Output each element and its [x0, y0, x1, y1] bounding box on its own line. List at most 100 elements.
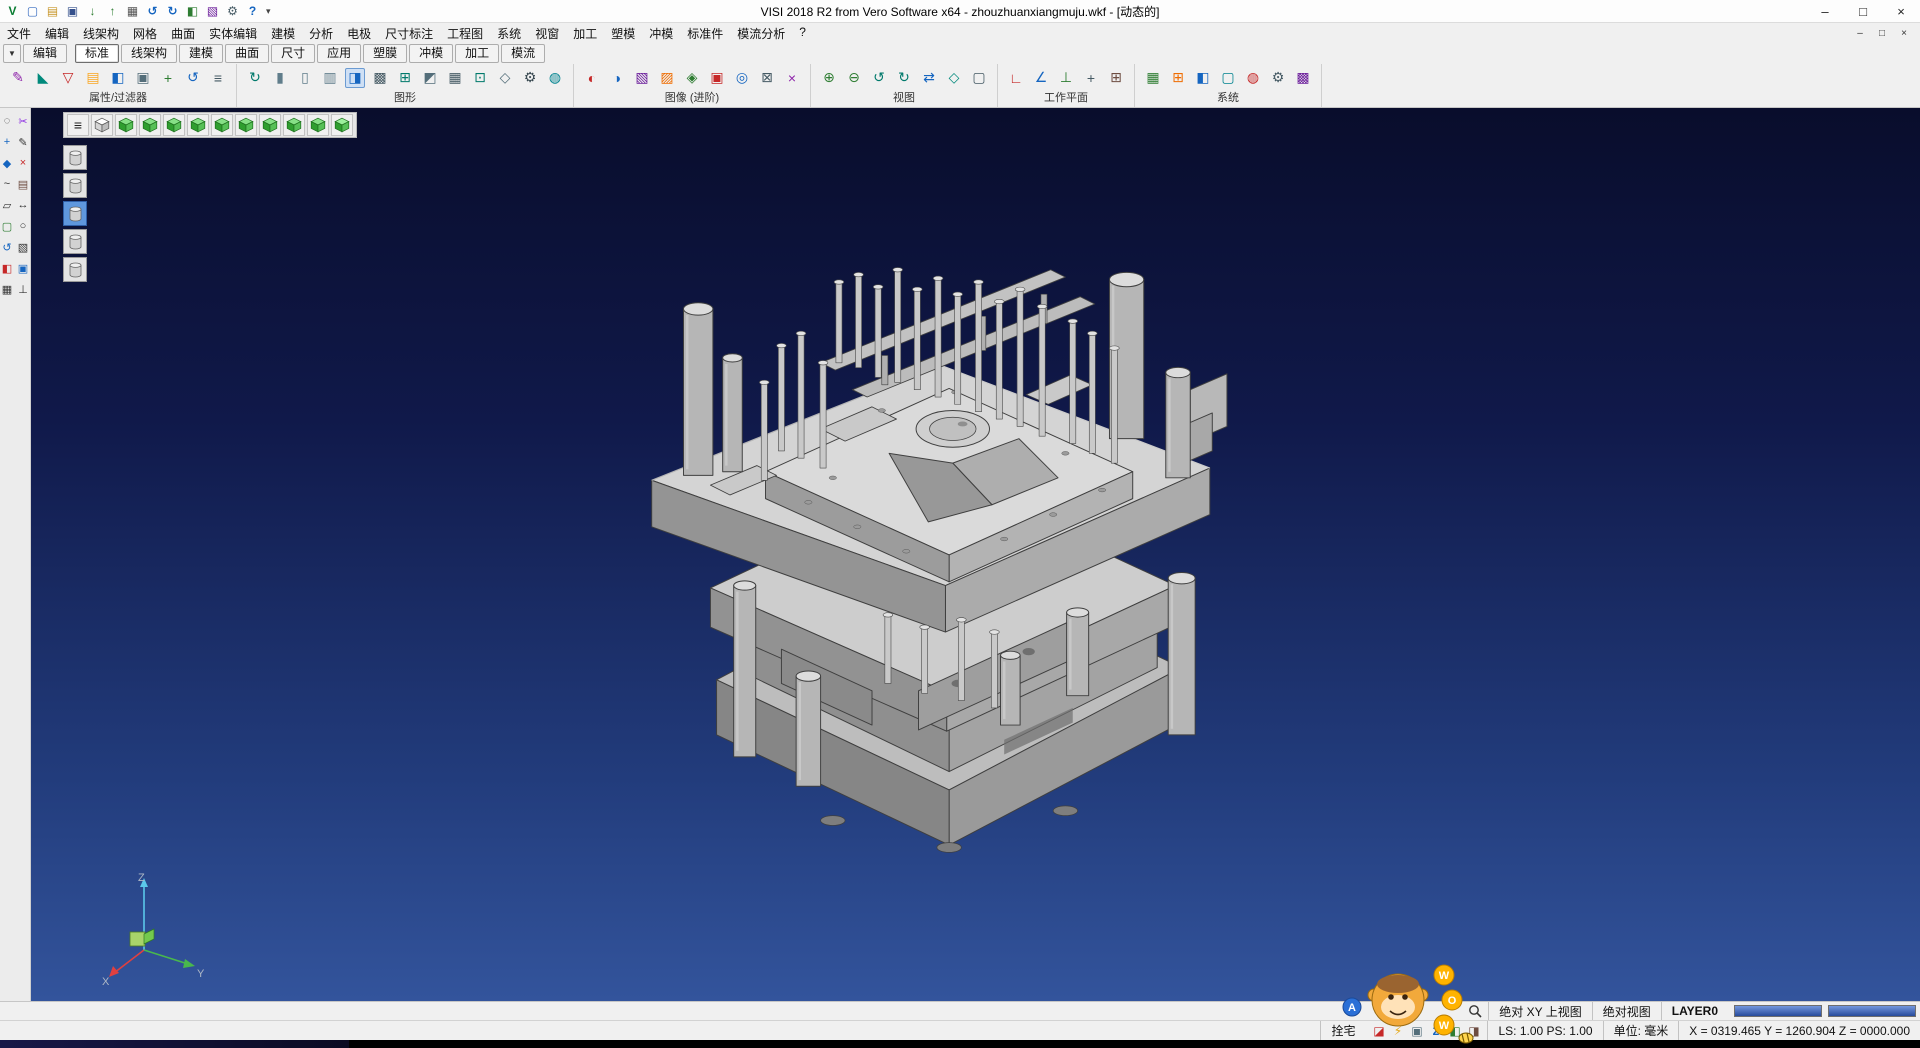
menu-analysis[interactable]: 分析	[302, 23, 340, 44]
mdi-minimize-button[interactable]: –	[1849, 28, 1871, 39]
wireframe-cube-icon[interactable]	[91, 114, 113, 136]
menu-machining[interactable]: 加工	[566, 23, 604, 44]
image-snapshot-icon[interactable]: ▣	[707, 68, 727, 88]
workplane-origin-icon[interactable]: +	[1081, 68, 1101, 88]
lt-notebook-icon[interactable]: ▤	[16, 177, 30, 191]
menu-solid-edit[interactable]: 实体编辑	[202, 23, 264, 44]
filter-wireframe-icon[interactable]	[63, 201, 87, 226]
menu-molding[interactable]: 塑模	[604, 23, 642, 44]
view-rotate-right-icon[interactable]: ↻	[894, 68, 914, 88]
lt-axis-icon[interactable]: ⊥	[16, 282, 30, 296]
graphics-texture-icon[interactable]: ▦	[445, 68, 465, 88]
view-menu-icon[interactable]: ≡	[67, 114, 89, 136]
new-file-icon[interactable]: ▢	[24, 3, 41, 20]
menu-stamping[interactable]: 冲模	[642, 23, 680, 44]
image-target-icon[interactable]: ◎	[732, 68, 752, 88]
lt-undo-icon[interactable]: ↺	[0, 240, 14, 254]
graphics-transparent-icon[interactable]: ◇	[495, 68, 515, 88]
menu-moldflow[interactable]: 模流分析	[730, 23, 792, 44]
print-icon[interactable]: ▦	[124, 3, 141, 20]
tab-moldflow[interactable]: 模流	[501, 44, 545, 63]
lt-draw-icon[interactable]: ✎	[16, 135, 30, 149]
attr-list-icon[interactable]: ≡	[208, 68, 228, 88]
graphics-hidden-line-icon[interactable]: ▥	[320, 68, 340, 88]
help-icon[interactable]: ?	[244, 3, 261, 20]
mdi-restore-button[interactable]: □	[1871, 28, 1893, 39]
attr-undo-icon[interactable]: ↺	[183, 68, 203, 88]
system-gear-icon[interactable]: ⚙	[1268, 68, 1288, 88]
tab-application[interactable]: 应用	[317, 44, 361, 63]
view-pan-icon[interactable]: ⇄	[919, 68, 939, 88]
image-gem-icon[interactable]: ◈	[682, 68, 702, 88]
view-fit-icon[interactable]: ◇	[944, 68, 964, 88]
tab-surface[interactable]: 曲面	[225, 44, 269, 63]
graphics-sphere-icon[interactable]: ◍	[545, 68, 565, 88]
mdi-close-button[interactable]: ×	[1893, 28, 1915, 39]
view-bottom-icon[interactable]	[259, 114, 281, 136]
lt-zoom-icon[interactable]: ◌	[0, 114, 14, 128]
graphics-settings-icon[interactable]: ⚙	[520, 68, 540, 88]
workplane-grid-icon[interactable]: ⊞	[1106, 68, 1126, 88]
menu-modeling[interactable]: 建模	[264, 23, 302, 44]
graphics-wireframe-icon[interactable]: ▯	[295, 68, 315, 88]
lt-circle-icon[interactable]: ○	[16, 219, 30, 233]
tab-machining[interactable]: 加工	[455, 44, 499, 63]
filter-surfaces-icon[interactable]	[63, 173, 87, 198]
view-custom-icon[interactable]	[331, 114, 353, 136]
view-cube-icon[interactable]: ◧	[184, 3, 201, 20]
tab-molding[interactable]: 塑膜	[363, 44, 407, 63]
view-top-icon[interactable]	[139, 114, 161, 136]
graphics-grid-icon[interactable]: ⊞	[395, 68, 415, 88]
lt-snap-icon[interactable]: ◆	[0, 156, 14, 170]
restore-button[interactable]: □	[1844, 0, 1882, 22]
graphics-box-icon[interactable]: ⊡	[470, 68, 490, 88]
system-window-icon[interactable]: ⊞	[1168, 68, 1188, 88]
menu-system[interactable]: 系统	[490, 23, 528, 44]
menu-mesh[interactable]: 网格	[126, 23, 164, 44]
viewport-3d[interactable]: ≡	[31, 108, 1920, 1001]
tab-standard[interactable]: 标准	[75, 44, 119, 63]
tab-modeling[interactable]: 建模	[179, 44, 223, 63]
image-hatch-icon[interactable]: ▧	[632, 68, 652, 88]
menu-drawing[interactable]: 工程图	[440, 23, 490, 44]
image-crop-icon[interactable]: ⊠	[757, 68, 777, 88]
layers-icon[interactable]: ▧	[204, 3, 221, 20]
graphics-section-icon[interactable]: ▩	[370, 68, 390, 88]
view-right-icon[interactable]	[187, 114, 209, 136]
menu-edit[interactable]: 编辑	[38, 23, 76, 44]
app-logo-icon[interactable]: V	[4, 3, 21, 20]
open-file-icon[interactable]: ▤	[44, 3, 61, 20]
image-hatch2-icon[interactable]: ▨	[657, 68, 677, 88]
menu-help[interactable]: ?	[792, 23, 813, 44]
tab-stamping[interactable]: 冲模	[409, 44, 453, 63]
cad-model[interactable]	[637, 245, 1249, 882]
lt-move-icon[interactable]: +	[0, 135, 14, 149]
view-zoom-out-icon[interactable]: ⊖	[844, 68, 864, 88]
close-button[interactable]: ×	[1882, 0, 1920, 22]
workplane-normal-icon[interactable]: ⊥	[1056, 68, 1076, 88]
absolute-view-label[interactable]: 绝对视图	[1592, 1002, 1661, 1020]
view-back-icon[interactable]	[235, 114, 257, 136]
lt-trim-icon[interactable]: ×	[16, 156, 30, 170]
system-matrix-icon[interactable]: ▩	[1293, 68, 1313, 88]
minimize-button[interactable]: –	[1806, 0, 1844, 22]
attr-add-icon[interactable]: +	[158, 68, 178, 88]
mascot-overlay[interactable]: A W O W	[1330, 955, 1475, 1045]
view-zoom-in-icon[interactable]: ⊕	[819, 68, 839, 88]
lt-palette-icon[interactable]: ◧	[0, 261, 14, 275]
workplane-angle-icon[interactable]: ∠	[1031, 68, 1051, 88]
workplane-corner-icon[interactable]: ∟	[1006, 68, 1026, 88]
menu-standard-parts[interactable]: 标准件	[680, 23, 730, 44]
attr-filter-icon[interactable]: ▽	[58, 68, 78, 88]
lt-save-icon[interactable]: ▣	[16, 261, 30, 275]
menu-surface[interactable]: 曲面	[164, 23, 202, 44]
menu-wireframe[interactable]: 线架构	[76, 23, 126, 44]
view-front-icon[interactable]	[163, 114, 185, 136]
lt-layer-icon[interactable]: ▧	[16, 240, 30, 254]
active-layer-label[interactable]: LAYER0	[1661, 1002, 1728, 1020]
filter-hidden-icon[interactable]	[63, 257, 87, 282]
view-left-icon[interactable]	[211, 114, 233, 136]
view-iso-icon[interactable]	[115, 114, 137, 136]
attr-color-icon[interactable]: ◧	[108, 68, 128, 88]
system-half-icon[interactable]: ◧	[1193, 68, 1213, 88]
